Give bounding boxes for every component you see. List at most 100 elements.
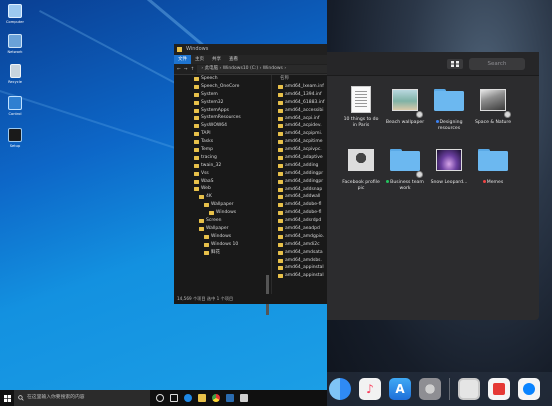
nav-tree-item[interactable]: Tasks: [174, 138, 271, 146]
app-store-icon[interactable]: A: [389, 378, 411, 400]
file-list-item[interactable]: amd64_appinstal: [278, 264, 327, 272]
file-list-item[interactable]: amd64_adobe-fl: [278, 209, 327, 217]
file-list-item[interactable]: amd64_amdi2c: [278, 241, 327, 249]
file-list-item[interactable]: amd64_61883.inf: [278, 99, 327, 107]
address-bar[interactable]: › 此电脑 › Windows10 (C:) › Windows ›: [197, 65, 327, 73]
file-list-pane[interactable]: 名称 amd64_lxeam.inf amd64_1394.inf amd64_61…: [278, 75, 327, 294]
nav-tree-item[interactable]: System32: [174, 99, 271, 107]
file-list-item[interactable]: amd64_lxeam.inf: [278, 83, 327, 91]
nav-tree-item[interactable]: Windows: [174, 209, 271, 217]
nav-tree-item[interactable]: SystemResources: [174, 114, 271, 122]
desktop-icon-recycle-bin[interactable]: Recycle: [4, 64, 26, 84]
file-tile-space-nature[interactable]: Space & Nature: [473, 86, 513, 126]
nav-tree-item[interactable]: Speech: [174, 75, 271, 83]
file-list-item[interactable]: amd64_addsnap: [278, 186, 327, 194]
nav-tree-item[interactable]: 4K: [174, 193, 271, 201]
taskbar-search-box[interactable]: 在这里输入你要搜索的内容: [14, 390, 150, 406]
file-tile-facebook-profile-pic[interactable]: Facebook profile pic: [341, 146, 381, 192]
folder-icon: [278, 242, 283, 247]
folder-tile-business-team-work[interactable]: Business team work: [385, 146, 425, 192]
file-list-item[interactable]: amd64_amdsata: [278, 249, 327, 257]
file-list-item[interactable]: amd64_acpitime: [278, 138, 327, 146]
file-list-item[interactable]: amd64_1394.inf: [278, 91, 327, 99]
ribbon-tab-share[interactable]: 共享: [208, 55, 225, 64]
file-tile-paris-doc[interactable]: 10 things to do in Paris: [341, 86, 381, 129]
finder-window[interactable]: Search 10 things to do in Paris Beach wa…: [327, 52, 539, 320]
file-tile-snow-leopard[interactable]: Snow Leopard...: [429, 146, 469, 186]
nav-tree-item[interactable]: SystemApps: [174, 107, 271, 115]
nav-tree-item[interactable]: Wallpaper: [174, 225, 271, 233]
back-arrow-icon[interactable]: ←: [177, 67, 181, 72]
nav-tree-item[interactable]: Screen: [174, 217, 271, 225]
folder-tile-designing-resources[interactable]: Designing resources: [429, 86, 469, 132]
file-list-item[interactable]: amd64_amdgpio.: [278, 233, 327, 241]
navigation-pane[interactable]: Speech Speech_OneCore System System32 System…: [174, 75, 272, 294]
file-list-item[interactable]: amd64_addingpr: [278, 170, 327, 178]
nav-tree-item[interactable]: Speech_OneCore: [174, 83, 271, 91]
start-button[interactable]: [0, 390, 14, 406]
column-header-name[interactable]: 名称: [278, 75, 327, 83]
forward-arrow-icon[interactable]: →: [184, 67, 188, 72]
store-icon[interactable]: [226, 394, 234, 402]
file-list-item[interactable]: amd64_addingpr: [278, 178, 327, 186]
nav-tree-item[interactable]: Temp: [174, 146, 271, 154]
file-list-item[interactable]: amd64_adaptive: [278, 154, 327, 162]
ribbon-tab-view[interactable]: 查看: [225, 55, 242, 64]
edge-browser-icon[interactable]: [184, 394, 192, 402]
file-list-item[interactable]: amd64_amdsbs.: [278, 257, 327, 265]
folder-icon: [278, 219, 283, 224]
explorer-taskbar-icon[interactable]: [198, 394, 206, 402]
file-tile-beach-wallpaper[interactable]: Beach wallpaper: [385, 86, 425, 126]
desktop-icon-computer[interactable]: Computer: [4, 4, 26, 24]
cortana-icon[interactable]: [156, 394, 164, 402]
up-arrow-icon[interactable]: ↑: [191, 67, 195, 72]
folder-tile-memes[interactable]: Memes: [473, 146, 513, 186]
file-list-item[interactable]: amd64_acpivpc.: [278, 146, 327, 154]
folder-icon: [194, 132, 199, 137]
desktop-icon-setup[interactable]: Setup: [4, 128, 26, 148]
file-list-item[interactable]: amd64_acpi.inf: [278, 115, 327, 123]
nav-tree-item[interactable]: Vss: [174, 170, 271, 178]
file-list-item[interactable]: amd64_accessibi: [278, 107, 327, 115]
system-preferences-icon[interactable]: [419, 378, 441, 400]
file-explorer-window[interactable]: Windows 文件 主页 共享 查看 ← → ↑ › 此电脑 › Window…: [174, 44, 327, 315]
view-toggle-button[interactable]: [447, 59, 463, 69]
file-list-item[interactable]: amd64_acpipmi.: [278, 130, 327, 138]
finder-toolbar: Search: [327, 52, 539, 76]
file-list-item[interactable]: amd64_aeadpd: [278, 225, 327, 233]
nav-tree-item[interactable]: tracing: [174, 154, 271, 162]
finder-search-field[interactable]: Search: [469, 58, 525, 70]
photos-icon[interactable]: [240, 394, 248, 402]
desktop-icon-network[interactable]: Network: [4, 34, 26, 54]
file-list-item[interactable]: amd64_adsrdpd: [278, 217, 327, 225]
chrome-icon[interactable]: [212, 394, 220, 402]
file-name: amd64_1394.inf: [285, 91, 322, 97]
ribbon-tab-file[interactable]: 文件: [174, 55, 191, 64]
nav-tree-item[interactable]: Web: [174, 185, 271, 193]
file-list-item[interactable]: amd64_acpidev.: [278, 122, 327, 130]
task-view-icon[interactable]: [170, 394, 178, 402]
finder-icon[interactable]: [329, 378, 351, 400]
nav-tree-item[interactable]: System: [174, 91, 271, 99]
nav-tree-item[interactable]: WaaS: [174, 178, 271, 186]
folder-icon: [194, 100, 199, 105]
nav-tree-item[interactable]: Windows: [174, 233, 271, 241]
nav-tree-item[interactable]: SysWOW64: [174, 122, 271, 130]
news-icon[interactable]: [488, 378, 510, 400]
space-photo-thumbnail: [480, 89, 506, 111]
nav-tree-item[interactable]: twain_32: [174, 162, 271, 170]
nav-tree-item[interactable]: Windows 10: [174, 241, 271, 249]
nav-tree-item[interactable]: Wallpaper: [174, 201, 271, 209]
preview-icon[interactable]: [458, 378, 480, 400]
messenger-icon[interactable]: [518, 378, 540, 400]
ribbon-tab-home[interactable]: 主页: [191, 55, 208, 64]
explorer-title-bar[interactable]: Windows: [174, 44, 327, 55]
file-list-item[interactable]: amd64_addwall: [278, 193, 327, 201]
file-list-item[interactable]: amd64_adobe-fl: [278, 201, 327, 209]
desktop-icon-control-panel[interactable]: Control: [4, 96, 26, 116]
file-list-item[interactable]: amd64_adding: [278, 162, 327, 170]
file-list-item[interactable]: amd64_appinstal: [278, 272, 327, 280]
nav-tree-item[interactable]: 鲜花: [174, 249, 271, 257]
music-icon[interactable]: ♪: [359, 378, 381, 400]
nav-tree-item[interactable]: TAPI: [174, 130, 271, 138]
